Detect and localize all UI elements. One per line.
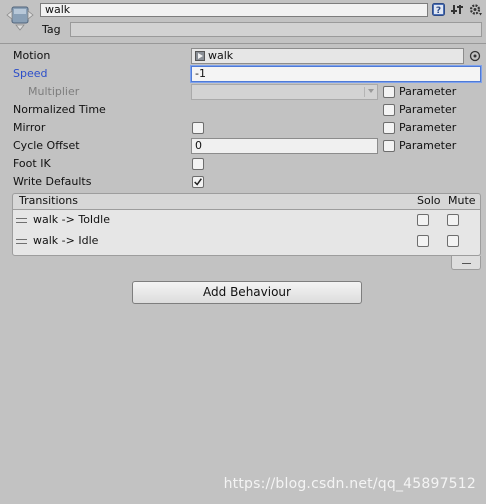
solo-column-label: Solo: [417, 194, 441, 207]
mirror-parameter-checkbox[interactable]: [383, 122, 395, 134]
tag-label: Tag: [42, 23, 61, 36]
cycle-offset-input[interactable]: 0: [191, 138, 378, 154]
transition-item-label[interactable]: walk -> ToIdle: [33, 213, 110, 227]
motion-field[interactable]: walk: [191, 48, 464, 64]
state-name-input[interactable]: walk: [40, 3, 428, 17]
motion-label: Motion: [13, 49, 51, 62]
animation-clip-icon: [195, 51, 205, 61]
watermark-text: https://blog.csdn.net/qq_45897512: [223, 476, 476, 492]
cycle-offset-parameter-label: Parameter: [399, 139, 457, 152]
help-icon[interactable]: ?: [432, 3, 445, 16]
foot-ik-label: Foot IK: [13, 157, 51, 170]
dropdown-separator: [364, 87, 365, 97]
multiplier-dropdown[interactable]: [191, 84, 378, 100]
speed-label: Speed: [13, 67, 48, 80]
multiplier-label: Multiplier: [28, 85, 80, 98]
multiplier-parameter-checkbox[interactable]: [383, 86, 395, 98]
cycle-offset-parameter-checkbox[interactable]: [383, 140, 395, 152]
transition-mute-checkbox[interactable]: [447, 235, 459, 247]
transitions-header: [12, 193, 481, 209]
transition-solo-checkbox[interactable]: [417, 214, 429, 226]
header-divider: [0, 43, 486, 44]
transition-mute-checkbox[interactable]: [447, 214, 459, 226]
write-defaults-label: Write Defaults: [13, 175, 92, 188]
normalized-time-parameter-checkbox[interactable]: [383, 104, 395, 116]
animator-state-icon: [6, 6, 34, 31]
mute-column-label: Mute: [448, 194, 476, 207]
remove-transition-button[interactable]: [451, 256, 481, 270]
normalized-time-label: Normalized Time: [13, 103, 106, 116]
gear-icon[interactable]: [469, 3, 482, 16]
svg-text:?: ?: [436, 6, 441, 16]
drag-handle-icon[interactable]: [16, 218, 27, 223]
transition-item-label[interactable]: walk -> Idle: [33, 234, 98, 248]
add-behaviour-button[interactable]: Add Behaviour: [132, 281, 362, 304]
foot-ik-checkbox[interactable]: [192, 158, 204, 170]
speed-input[interactable]: -1: [191, 66, 481, 82]
mirror-checkbox[interactable]: [192, 122, 204, 134]
multiplier-parameter-label: Parameter: [399, 85, 457, 98]
mirror-parameter-label: Parameter: [399, 121, 457, 134]
drag-handle-icon[interactable]: [16, 239, 27, 244]
motion-value: walk: [208, 49, 234, 62]
chevron-down-icon: [368, 89, 374, 93]
object-picker-icon[interactable]: [469, 50, 481, 62]
normalized-time-parameter-label: Parameter: [399, 103, 457, 116]
preset-icon[interactable]: [451, 3, 464, 16]
cycle-offset-label: Cycle Offset: [13, 139, 80, 152]
minus-icon: [462, 263, 471, 264]
tag-input[interactable]: [70, 22, 482, 37]
transition-solo-checkbox[interactable]: [417, 235, 429, 247]
mirror-label: Mirror: [13, 121, 46, 134]
transitions-title: Transitions: [19, 194, 78, 207]
checkmark-icon: [194, 178, 202, 186]
write-defaults-checkbox[interactable]: [192, 176, 204, 188]
